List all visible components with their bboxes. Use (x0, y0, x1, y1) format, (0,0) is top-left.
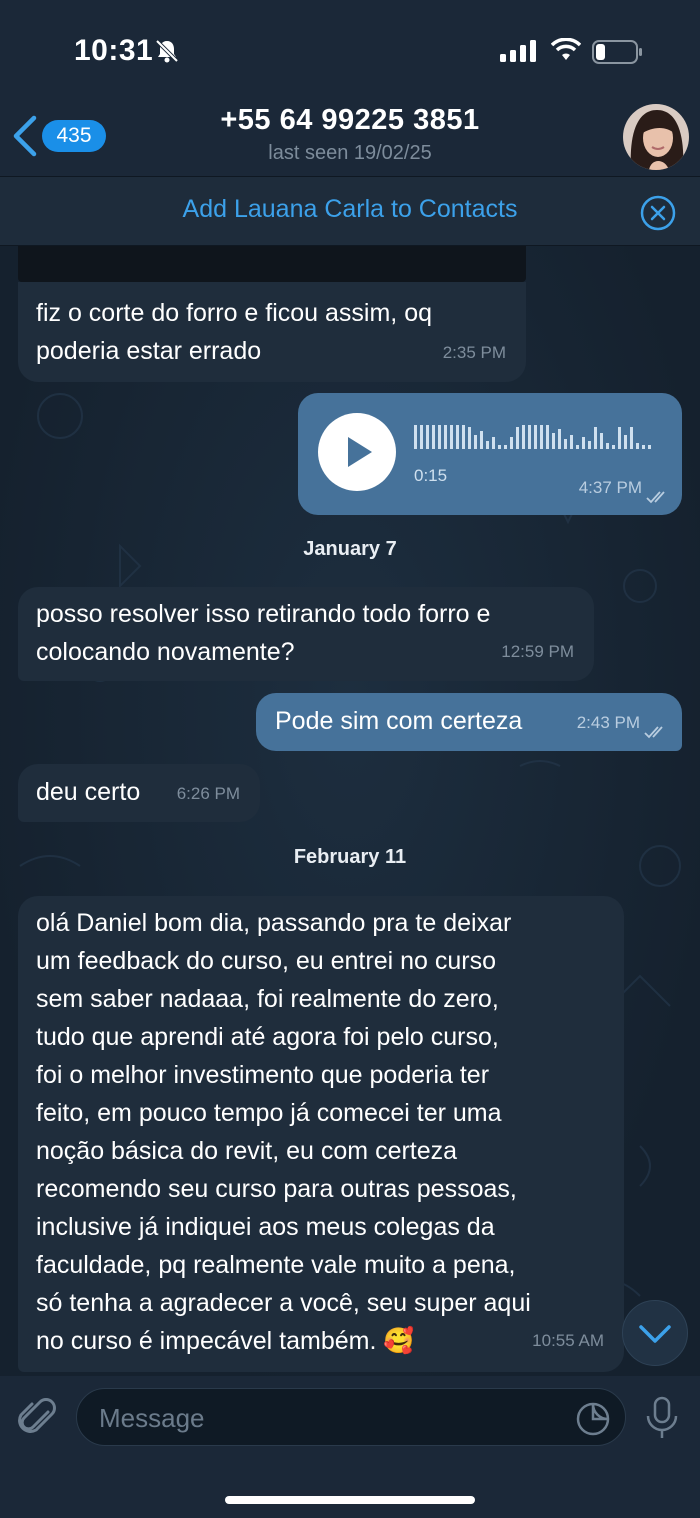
message-line: tudo que aprendi até agora foi pelo curs… (36, 1023, 499, 1051)
message-line: faculdade, pq realmente vale muito a pen… (36, 1251, 516, 1279)
sticker-icon[interactable] (575, 1401, 611, 1437)
message-line: colocando novamente? (36, 638, 295, 666)
message-bubble-outgoing[interactable]: Pode sim com certeza 2:43 PM (256, 693, 682, 751)
scroll-to-bottom-button[interactable] (622, 1300, 688, 1366)
message-line: foi o melhor investimento que poderia te… (36, 1061, 490, 1089)
message-line: noção básica do revit, eu com certeza (36, 1137, 458, 1165)
message-time: 12:59 PM (501, 642, 574, 661)
play-button[interactable] (318, 413, 396, 491)
play-icon (348, 437, 372, 467)
wifi-icon (551, 38, 581, 60)
message-line: só tenha a agradecer a você, seu super a… (36, 1289, 531, 1317)
message-line: inclusive já indiquei aos meus colegas d… (36, 1213, 495, 1241)
message-time: 2:35 PM (442, 343, 506, 362)
message-line: sem saber nadaaa, foi realmente do zero, (36, 985, 499, 1013)
add-contact-banner: Add Lauana Carla to Contacts (0, 176, 700, 246)
message-bubble-incoming[interactable]: fiz o corte do forro e ficou assim, oq p… (18, 282, 526, 382)
message-text: olá Daniel bom dia, passando pra te deix… (36, 904, 531, 1360)
bell-muted-icon (155, 39, 179, 63)
chat-header: 435 +55 64 99225 3851 last seen 19/02/25 (0, 100, 700, 176)
double-check-icon (646, 491, 665, 504)
status-bar: 10:31 (0, 0, 700, 100)
date-separator: January 7 (303, 538, 397, 560)
date-separator: February 11 (293, 846, 407, 868)
message-text: Pode sim com certeza (275, 707, 523, 735)
double-check-icon (644, 726, 663, 739)
battery-icon (592, 40, 642, 64)
message-line: olá Daniel bom dia, passando pra te deix… (36, 909, 512, 937)
message-line: recomendo seu curso para outras pessoas, (36, 1175, 517, 1203)
contact-phone-title[interactable]: +55 64 99225 3851 (0, 104, 700, 137)
message-time: 6:26 PM (176, 784, 240, 803)
message-text: posso resolver isso retirando todo forro… (36, 595, 490, 671)
message-text: fiz o corte do forro e ficou assim, oq p… (36, 294, 432, 370)
message-line: feito, em pouco tempo já comecei ter uma (36, 1099, 502, 1127)
media-thumbnail-edge[interactable] (18, 246, 526, 282)
avatar-photo (623, 104, 689, 170)
message-input-bar: Message (0, 1376, 700, 1518)
paperclip-icon[interactable] (18, 1396, 58, 1440)
message-line: posso resolver isso retirando todo forro… (36, 600, 491, 628)
message-placeholder: Message (99, 1403, 205, 1433)
add-to-contacts-link[interactable]: Add Lauana Carla to Contacts (0, 195, 700, 224)
message-line: um feedback do curso, eu entrei no curso (36, 947, 496, 975)
signal-icon (500, 40, 536, 62)
last-seen-status: last seen 19/02/25 (268, 142, 432, 164)
message-bubble-incoming[interactable]: deu certo 6:26 PM (18, 764, 260, 822)
voice-message-bubble[interactable]: 0:15 4:37 PM (298, 393, 682, 515)
voice-waveform[interactable] (414, 423, 659, 449)
message-input[interactable]: Message (76, 1388, 626, 1446)
close-icon[interactable] (640, 195, 676, 231)
microphone-icon[interactable] (644, 1396, 680, 1440)
chevron-down-icon (639, 1325, 671, 1343)
home-indicator (225, 1496, 475, 1504)
message-line: fiz o corte do forro e ficou assim, oq (36, 299, 433, 327)
message-time: 4:37 PM (578, 478, 642, 497)
message-bubble-incoming[interactable]: posso resolver isso retirando todo forro… (18, 587, 594, 681)
status-time: 10:31 (74, 34, 154, 67)
voice-duration: 0:15 (414, 466, 448, 485)
message-time: 10:55 AM (532, 1331, 604, 1350)
message-line: no curso é impecável também. 🥰 (36, 1327, 415, 1355)
message-text: deu certo (36, 778, 141, 806)
avatar[interactable] (623, 104, 689, 170)
message-bubble-incoming[interactable]: olá Daniel bom dia, passando pra te deix… (18, 896, 624, 1372)
message-time: 2:43 PM (576, 713, 640, 732)
message-line: poderia estar errado (36, 337, 262, 365)
